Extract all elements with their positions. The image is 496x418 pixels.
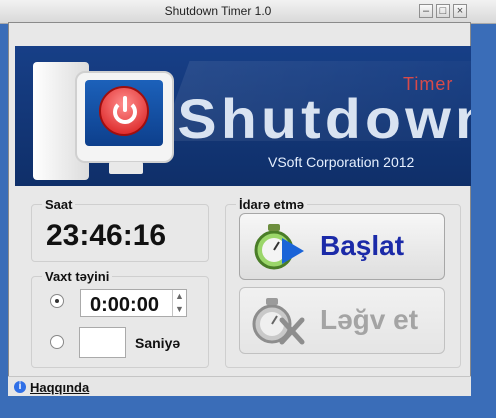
minimize-button[interactable]: – (419, 4, 433, 18)
banner-title: Shutdown (177, 87, 471, 150)
cancel-icon (252, 298, 305, 345)
close-button[interactable]: × (453, 4, 467, 18)
time-input-value: 0:00:00 (90, 294, 159, 316)
clock-label: Saat (42, 197, 76, 212)
start-button[interactable]: Başlat (239, 213, 445, 280)
footer-bar: i Haqqında (8, 376, 471, 396)
minimize-icon: – (422, 5, 430, 17)
start-button-label: Başlat (320, 230, 405, 261)
cancel-button-label: Ləğv et (320, 304, 419, 335)
stopwatch-icon (254, 224, 304, 270)
maximize-icon: □ (439, 5, 447, 17)
info-icon: i (14, 381, 26, 393)
timer-label: Vaxt təyini (42, 269, 113, 284)
banner-subtitle: Timer (403, 74, 454, 94)
power-line (123, 96, 127, 112)
seconds-label: Saniyə (135, 335, 181, 351)
seconds-input[interactable] (79, 327, 126, 358)
maximize-button[interactable]: □ (436, 4, 450, 18)
time-stepper[interactable]: ▲ ▼ (172, 290, 186, 316)
title-bar: Shutdown Timer 1.0 – □ × (0, 0, 496, 24)
stepper-down-icon[interactable]: ▼ (173, 303, 186, 315)
stepper-up-icon[interactable]: ▲ (173, 290, 186, 302)
banner-corporation: VSoft Corporation 2012 (268, 154, 415, 170)
time-mode-radio[interactable] (50, 294, 64, 308)
monitor-stand (109, 162, 143, 174)
cancel-button[interactable]: Ləğv et (239, 287, 445, 354)
about-link[interactable]: Haqqında (30, 380, 89, 395)
close-icon: × (456, 5, 464, 17)
controls-label: İdarə etmə (236, 197, 308, 212)
seconds-mode-radio[interactable] (50, 335, 64, 349)
clock-value: 23:46:16 (46, 219, 167, 252)
power-icon (99, 86, 149, 136)
window-title: Shutdown Timer 1.0 (164, 4, 272, 18)
